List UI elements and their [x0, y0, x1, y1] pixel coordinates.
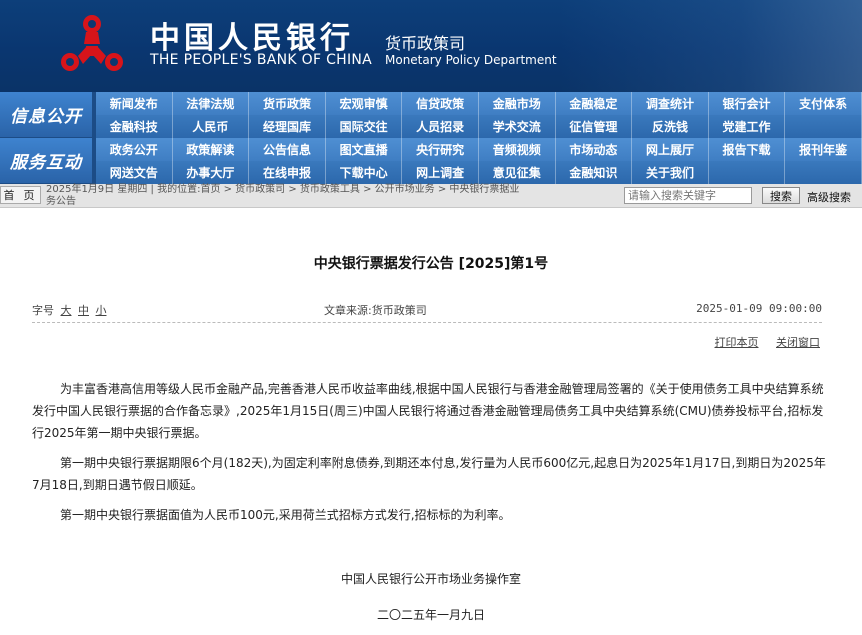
article-paragraph: 第一期中央银行票据期限6个月(182天),为固定利率附息债券,到期还本付息,发行…	[32, 456, 826, 492]
nav-item[interactable]: 下载中心	[326, 161, 403, 184]
breadcrumb-bar: 首 页 2025年1月9日 星期四 | 我的位置:首页 > 货币政策司 > 货币…	[0, 184, 862, 208]
main-nav: 信息公开 服务互动 新闻发布 法律法规 货币政策 宏观审慎 信贷政策 金融市场 …	[0, 92, 862, 184]
nav-item[interactable]: 国际交往	[326, 115, 403, 138]
font-size-label: 字号	[32, 304, 54, 317]
advanced-search-link[interactable]: 高级搜索	[807, 189, 851, 205]
nav-item[interactable]: 金融市场	[479, 92, 556, 115]
nav-row-3: 政务公开 政策解读 公告信息 图文直播 央行研究 音频视频 市场动态 网上展厅 …	[96, 138, 862, 161]
nav-item[interactable]: 党建工作	[709, 115, 786, 138]
nav-section-info-public: 信息公开	[0, 92, 92, 138]
print-page-link[interactable]: 打印本页	[715, 336, 759, 349]
nav-item[interactable]: 人民币	[173, 115, 250, 138]
font-large-link[interactable]: 大	[61, 304, 72, 317]
nav-item[interactable]: 政策解读	[173, 138, 250, 161]
nav-item[interactable]: 报刊年鉴	[785, 138, 862, 161]
nav-item[interactable]: 法律法规	[173, 92, 250, 115]
font-small-link[interactable]: 小	[96, 304, 107, 317]
nav-item-empty	[785, 115, 862, 138]
nav-item[interactable]: 支付体系	[785, 92, 862, 115]
article-signature: 中国人民银行公开市场业务操作室	[340, 572, 521, 586]
bank-name-en: THE PEOPLE'S BANK OF CHINA	[150, 52, 373, 68]
breadcrumb: 2025年1月9日 星期四 | 我的位置:首页 > 货币政策司 > 货币政策工具…	[46, 184, 620, 208]
nav-item[interactable]: 办事大厅	[173, 161, 250, 184]
nav-item[interactable]: 金融稳定	[556, 92, 633, 115]
article-meta: 字号 大 中 小 文章来源:货币政策司 2025-01-09 09:00:00	[32, 302, 822, 320]
nav-item[interactable]: 学术交流	[479, 115, 556, 138]
nav-item[interactable]: 公告信息	[249, 138, 326, 161]
site-header: 中国人民银行 THE PEOPLE'S BANK OF CHINA 货币政策司 …	[0, 0, 862, 92]
nav-item[interactable]: 音频视频	[479, 138, 556, 161]
nav-item[interactable]: 征信管理	[556, 115, 633, 138]
article-body: 为丰富香港高信用等级人民币金融产品,完善香港人民币收益率曲线,根据中国人民银行与…	[32, 378, 828, 534]
breadcrumb-line-1[interactable]: 2025年1月9日 星期四 | 我的位置:首页 > 货币政策司 > 货币政策工具…	[46, 184, 519, 195]
publish-date: 2025-01-09 09:00:00	[696, 302, 822, 315]
nav-item[interactable]: 金融知识	[556, 161, 633, 184]
nav-item[interactable]: 银行会计	[709, 92, 786, 115]
nav-item[interactable]: 金融科技	[96, 115, 173, 138]
nav-section-service: 服务互动	[0, 138, 92, 184]
bank-name-cn: 中国人民银行	[150, 21, 354, 56]
nav-item[interactable]: 央行研究	[402, 138, 479, 161]
nav-item[interactable]: 报告下载	[709, 138, 786, 161]
search-input[interactable]	[624, 187, 752, 204]
nav-item[interactable]: 宏观审慎	[326, 92, 403, 115]
nav-item[interactable]: 图文直播	[326, 138, 403, 161]
nav-item[interactable]: 新闻发布	[96, 92, 173, 115]
article-source: 文章来源:货币政策司	[324, 304, 427, 317]
dept-name-cn: 货币政策司	[385, 34, 466, 53]
nav-item[interactable]: 政务公开	[96, 138, 173, 161]
meta-divider	[32, 322, 822, 323]
nav-item[interactable]: 人员招录	[402, 115, 479, 138]
breadcrumb-line-2[interactable]: 务公告	[46, 196, 76, 207]
article-sign-date: 二〇二五年一月九日	[376, 608, 485, 622]
article-tools: 打印本页 关闭窗口	[701, 334, 821, 350]
nav-item-empty	[785, 161, 862, 184]
nav-item[interactable]: 经理国库	[249, 115, 326, 138]
nav-item[interactable]: 意见征集	[479, 161, 556, 184]
nav-item[interactable]: 关于我们	[632, 161, 709, 184]
home-button[interactable]: 首 页	[0, 186, 41, 204]
nav-item[interactable]: 市场动态	[556, 138, 633, 161]
nav-item[interactable]: 网上调查	[402, 161, 479, 184]
nav-item[interactable]: 调查统计	[632, 92, 709, 115]
nav-item-empty	[709, 161, 786, 184]
font-medium-link[interactable]: 中	[78, 304, 89, 317]
dept-name-en: Monetary Policy Department	[385, 53, 557, 67]
nav-row-4: 网送文告 办事大厅 在线申报 下载中心 网上调查 意见征集 金融知识 关于我们	[96, 161, 862, 184]
nav-row-2: 金融科技 人民币 经理国库 国际交往 人员招录 学术交流 征信管理 反洗钱 党建…	[96, 115, 862, 138]
nav-item[interactable]: 货币政策	[249, 92, 326, 115]
close-window-link[interactable]: 关闭窗口	[776, 336, 820, 349]
font-size-control: 字号 大 中 小	[32, 302, 107, 318]
nav-item[interactable]: 网送文告	[96, 161, 173, 184]
search-button[interactable]: 搜索	[762, 187, 800, 204]
nav-row-1: 新闻发布 法律法规 货币政策 宏观审慎 信贷政策 金融市场 金融稳定 调查统计 …	[96, 92, 862, 115]
nav-item[interactable]: 网上展厅	[632, 138, 709, 161]
header-glow	[560, 0, 862, 92]
pboc-logo-icon[interactable]	[56, 10, 128, 82]
article-paragraph: 第一期中央银行票据面值为人民币100元,采用荷兰式招标方式发行,招标标的为利率。	[60, 508, 511, 522]
article-title: 中央银行票据发行公告 [2025]第1号	[313, 256, 549, 272]
nav-item[interactable]: 在线申报	[249, 161, 326, 184]
nav-item[interactable]: 信贷政策	[402, 92, 479, 115]
nav-item[interactable]: 反洗钱	[632, 115, 709, 138]
article-paragraph: 为丰富香港高信用等级人民币金融产品,完善香港人民币收益率曲线,根据中国人民银行与…	[32, 382, 824, 440]
